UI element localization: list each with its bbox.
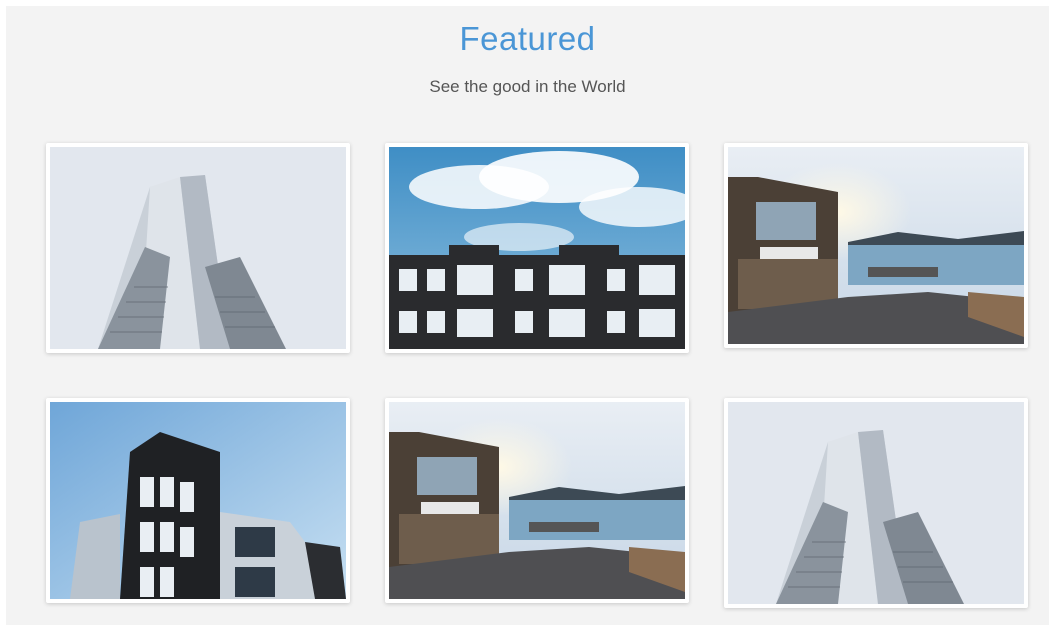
section-title: Featured xyxy=(459,20,596,57)
stone-house-photo xyxy=(389,402,685,599)
dark-apartment-photo xyxy=(389,147,685,349)
gallery-card-4[interactable] xyxy=(46,398,350,603)
gallery-card-5[interactable] xyxy=(385,398,689,603)
featured-section: Featured See the good in the World xyxy=(6,6,1049,625)
dark-modern-building-photo xyxy=(50,402,346,599)
gallery-card-6[interactable] xyxy=(724,398,1028,608)
section-subtitle: See the good in the World xyxy=(429,77,626,96)
gallery-card-1[interactable] xyxy=(46,143,350,353)
glass-tower-photo xyxy=(50,147,346,349)
gallery-card-3[interactable] xyxy=(724,143,1028,348)
stone-house-photo xyxy=(728,147,1024,344)
glass-tower-photo xyxy=(728,402,1024,604)
gallery-card-2[interactable] xyxy=(385,143,689,353)
